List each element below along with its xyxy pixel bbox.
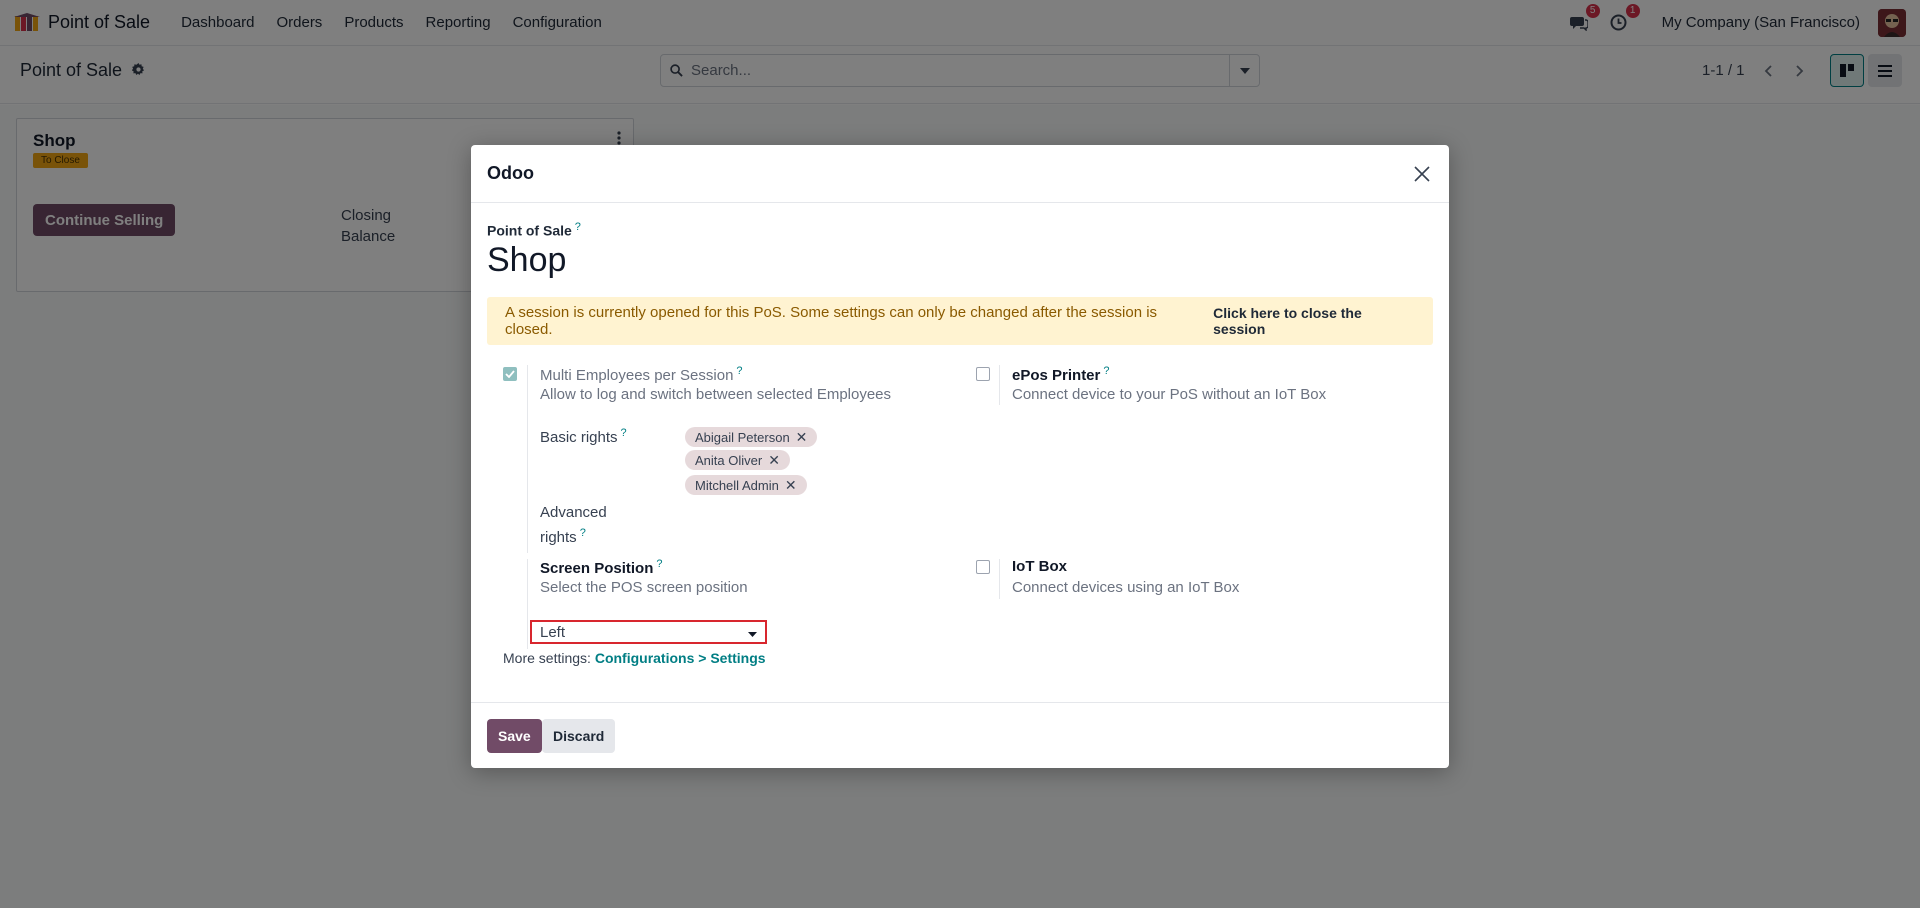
settings-dialog: Odoo Point of Sale? Shop A session is cu… (471, 145, 1449, 768)
employee-tag: Abigail Peterson ✕ (685, 427, 818, 447)
iot-box-checkbox[interactable] (976, 560, 990, 574)
field-label-point-of-sale: Point of Sale? (487, 221, 581, 239)
epos-printer-title-text: ePos Printer (1012, 367, 1101, 384)
basic-rights-label: Basic rights? (540, 423, 627, 448)
help-tooltip-icon[interactable]: ? (575, 221, 581, 233)
employee-tag: Anita Oliver ✕ (685, 450, 790, 470)
multi-employees-desc: Allow to log and switch between selected… (540, 386, 892, 403)
setting-divider (527, 365, 528, 553)
screen-position-select[interactable]: Left (530, 620, 767, 644)
discard-button[interactable]: Discard (542, 719, 616, 753)
iot-box-desc: Connect devices using an IoT Box (1012, 579, 1240, 596)
dialog-footer: Save Discard (471, 702, 1449, 768)
screen-position-desc: Select the POS screen position (540, 579, 748, 596)
advanced-rights-label: Advanced rights? (540, 502, 607, 548)
help-tooltip-icon[interactable]: ? (580, 527, 586, 539)
epos-printer-desc: Connect device to your PoS without an Io… (1012, 386, 1327, 403)
remove-tag-icon[interactable]: ✕ (796, 429, 808, 446)
field-label-text: Point of Sale (487, 222, 572, 239)
close-button[interactable] (1411, 163, 1433, 185)
setting-divider (527, 559, 528, 649)
dialog-body: Point of Sale? Shop A session is current… (471, 203, 1449, 703)
help-tooltip-icon[interactable]: ? (1103, 365, 1109, 377)
multi-employees-title: Multi Employees per Session? (540, 365, 743, 384)
multi-employees-checkbox[interactable] (503, 367, 517, 381)
caret-down-icon (748, 624, 757, 641)
dialog-title: Odoo (487, 163, 534, 183)
employee-tag: Mitchell Admin ✕ (685, 475, 807, 495)
help-tooltip-icon[interactable]: ? (621, 427, 627, 439)
close-session-link[interactable]: Click here to close the session (1213, 305, 1415, 337)
save-button[interactable]: Save (487, 719, 542, 753)
multi-employees-title-text: Multi Employees per Session (540, 367, 734, 384)
more-settings-label: More settings: (503, 650, 591, 666)
tag-label: Anita Oliver (695, 452, 763, 468)
check-icon (505, 370, 515, 378)
setting-divider (999, 365, 1000, 405)
tag-label: Mitchell Admin (695, 477, 779, 493)
remove-tag-icon[interactable]: ✕ (785, 477, 797, 494)
remove-tag-icon[interactable]: ✕ (768, 452, 780, 469)
alert-text: A session is currently opened for this P… (505, 304, 1158, 338)
session-warning-alert: A session is currently opened for this P… (487, 297, 1433, 345)
dialog-header: Odoo (471, 145, 1449, 203)
epos-printer-title: ePos Printer? (1012, 365, 1110, 384)
record-name: Shop (487, 241, 567, 279)
screen-position-title-text: Screen Position (540, 560, 654, 577)
configuration-settings-link[interactable]: Configurations > Settings (595, 650, 766, 666)
setting-divider (999, 559, 1000, 599)
basic-rights-text: Basic rights (540, 429, 618, 446)
more-settings: More settings: Configurations > Settings (503, 650, 766, 666)
screen-position-title: Screen Position? (540, 558, 663, 577)
epos-printer-checkbox[interactable] (976, 367, 990, 381)
help-tooltip-icon[interactable]: ? (656, 558, 662, 570)
tag-label: Abigail Peterson (695, 429, 790, 445)
screen-position-value: Left (540, 623, 566, 641)
help-tooltip-icon[interactable]: ? (736, 365, 742, 377)
advanced-rights-line2-wrap: rights? (540, 523, 607, 548)
close-icon (1414, 166, 1430, 182)
iot-box-title: IoT Box (1012, 558, 1067, 575)
advanced-rights-line2: rights (540, 529, 577, 546)
advanced-rights-line1: Advanced (540, 504, 607, 521)
